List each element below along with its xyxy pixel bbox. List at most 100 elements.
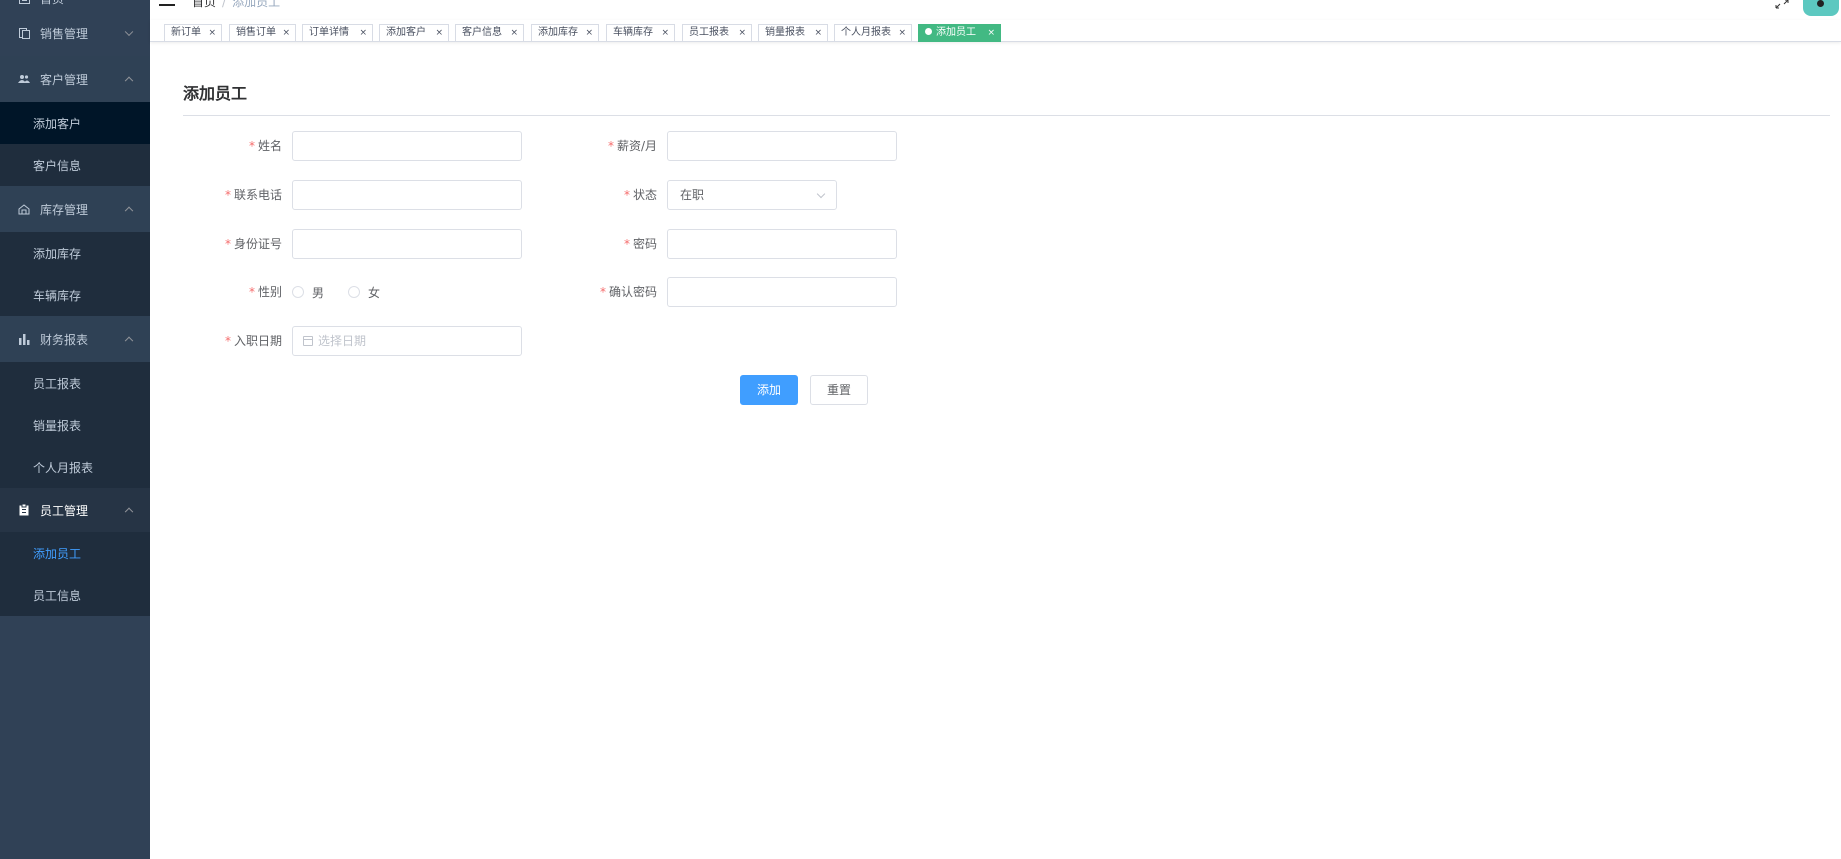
radio-circle[interactable] [292,286,304,298]
close-icon[interactable]: × [510,25,518,41]
sidebar-item-add-customer[interactable]: 添加客户 [0,102,150,144]
app-root: 首页 销售管理 客户管理 添加客户 客户信息 库存管理 [0,0,1841,859]
breadcrumb-current: 添加员工 [232,0,281,9]
close-icon[interactable]: × [814,25,822,41]
sidebar-item-home[interactable]: 首页 [0,0,150,8]
sidebar-item-add-employee[interactable]: 添加员工 [0,532,150,574]
sidebar-item-sales[interactable]: 销售管理 [0,10,150,56]
sidebar-item-label: 库存管理 [40,202,89,217]
sidebar-item-vehicle-inventory[interactable]: 车辆库存 [0,274,150,316]
sidebar-item-customer-info[interactable]: 客户信息 [0,144,150,186]
hire-date-picker[interactable]: 选择日期 [292,326,522,356]
tag-item[interactable]: 添加库存 × [531,24,599,42]
gender-radio-male[interactable]: 男 [292,277,324,307]
hamburger-icon[interactable] [159,0,175,6]
tag-label: 订单详情 [309,27,349,38]
tag-item[interactable]: 车辆库存 × [606,24,675,42]
tag-item[interactable]: 个人月报表 × [834,24,912,42]
tag-label: 员工报表 [689,27,729,38]
close-icon[interactable]: × [738,25,746,41]
idcard-input[interactable] [292,229,522,259]
hire-date-placeholder: 选择日期 [318,334,367,348]
reset-button[interactable]: 重置 [810,375,868,405]
tag-label: 客户信息 [462,27,502,38]
sidebar-item-label: 客户管理 [40,72,89,87]
tag-item[interactable]: 添加客户 × [379,24,449,42]
clipboard-icon [18,504,30,516]
chevron-up-icon [124,76,134,86]
sidebar-item-add-inventory[interactable]: 添加库存 [0,232,150,274]
calendar-icon [303,336,313,346]
title-divider [183,115,1830,116]
tag-label: 车辆库存 [613,27,653,38]
sidebar-item-employee-report[interactable]: 员工报表 [0,362,150,404]
salary-input[interactable] [667,131,897,161]
sidebar-item-label: 财务报表 [40,332,89,347]
tag-label: 个人月报表 [841,27,891,38]
radio-label: 女 [368,285,381,300]
sidebar-item-employee-info[interactable]: 员工信息 [0,574,150,616]
tag-item[interactable]: 销量报表 × [758,24,828,42]
close-icon[interactable]: × [359,25,367,41]
idcard-label: * 身份证号 [224,237,282,251]
tag-item[interactable]: 员工报表 × [682,24,752,42]
close-icon[interactable]: × [585,25,593,41]
confirm-password-input[interactable] [667,277,897,307]
chevron-down-icon [124,27,134,37]
close-icon[interactable]: × [661,25,669,41]
breadcrumb: 首页 / 添加员工 [192,0,280,10]
chevron-down-icon [816,189,826,199]
document-icon [18,27,30,39]
submenu-employees: 添加员工 员工信息 [0,532,150,616]
avatar[interactable] [1803,0,1839,16]
users-icon [18,73,30,85]
gender-radio-female[interactable]: 女 [348,277,380,307]
confirm-password-label: * 确认密码 [599,285,657,299]
sidebar-item-inventory[interactable]: 库存管理 [0,186,150,232]
chevron-up-icon [124,336,134,346]
close-icon[interactable]: × [282,25,290,41]
name-input[interactable] [292,131,522,161]
radio-label: 男 [312,285,325,300]
tags-view: 新订单 × 销售订单 × 订单详情 × 添加客户 × 客户信息 × 添加库存 × 车辆库存 × 员工报表 × 销… [150,20,1841,42]
phone-input[interactable] [292,180,522,210]
sidebar: 首页 销售管理 客户管理 添加客户 客户信息 库存管理 [0,0,150,859]
tag-item[interactable]: 销售订单 × [229,24,296,42]
sidebar-item-finance[interactable]: 财务报表 [0,316,150,362]
sidebar-item-employees[interactable]: 员工管理 [0,488,150,532]
chevron-up-icon [124,206,134,216]
tag-label: 新订单 [171,27,201,38]
dashboard-icon [18,0,30,4]
tag-item[interactable]: 客户信息 × [455,24,524,42]
status-label: * 状态 [623,188,657,202]
tag-item[interactable]: 添加员工 × [918,24,1001,42]
radio-circle[interactable] [348,286,360,298]
submenu-finance: 员工报表 销量报表 个人月报表 [0,362,150,488]
hire-date-label: * 入职日期 [224,334,282,348]
breadcrumb-home[interactable]: 首页 [192,0,216,9]
close-icon[interactable]: × [987,25,995,41]
tag-item[interactable]: 订单详情 × [302,24,373,42]
sidebar-item-customers[interactable]: 客户管理 [0,56,150,102]
add-button[interactable]: 添加 [740,375,798,405]
close-icon[interactable]: × [435,25,443,41]
gender-label: * 性别 [248,285,282,299]
tag-label: 销量报表 [765,27,805,38]
name-label: * 姓名 [248,139,282,153]
breadcrumb-separator: / [222,0,227,9]
sidebar-item-monthly-report[interactable]: 个人月报表 [0,446,150,488]
active-dot-icon [925,28,932,35]
status-select[interactable]: 在职 [667,180,837,210]
password-input[interactable] [667,229,897,259]
tag-item[interactable]: 新订单 × [164,24,222,42]
tag-label: 销售订单 [236,27,276,38]
sidebar-item-label: 首页 [40,0,64,7]
fullscreen-icon[interactable] [1775,0,1789,12]
close-icon[interactable]: × [208,25,216,41]
status-select-value: 在职 [680,188,705,202]
salary-label: * 薪资/月 [607,139,657,153]
tag-label: 添加员工 [936,27,976,38]
close-icon[interactable]: × [898,25,906,41]
sidebar-item-label: 员工管理 [40,503,89,518]
sidebar-item-sales-report[interactable]: 销量报表 [0,404,150,446]
